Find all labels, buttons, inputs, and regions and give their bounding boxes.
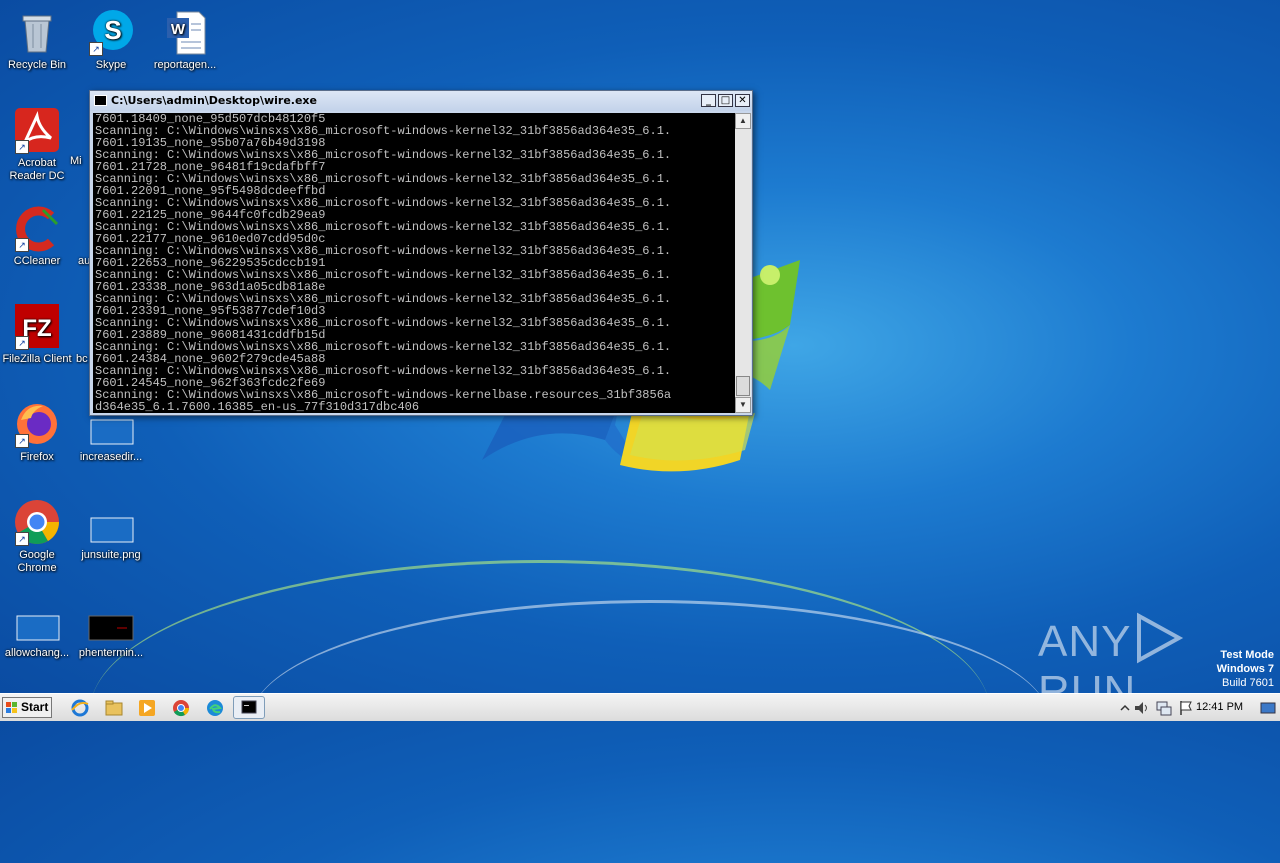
- play-triangle-icon: [1137, 612, 1184, 664]
- watermark-left: ANY: [1038, 617, 1132, 666]
- svg-text:S: S: [104, 15, 121, 45]
- desktop-icon-label: Recycle Bin: [7, 59, 67, 71]
- desktop-icon-label: allowchang...: [4, 647, 70, 659]
- file-thumbnail-icon: [87, 596, 135, 644]
- chrome-taskbar-icon[interactable]: [171, 698, 191, 718]
- build-label: Build 7601: [1222, 677, 1274, 689]
- desktop-icon-label: junsuite.png: [81, 549, 141, 561]
- desktop-icon-label: Mi: [70, 155, 82, 167]
- desktop-icon-partial[interactable]: Mi: [70, 155, 90, 168]
- action-center-flag-icon[interactable]: [1176, 698, 1196, 718]
- desktop-icon-label: reportagen...: [153, 59, 217, 71]
- filezilla-icon: FZ ↗: [13, 302, 61, 350]
- start-button[interactable]: Start: [2, 697, 52, 718]
- scroll-down-button[interactable]: ▼: [735, 397, 751, 413]
- shortcut-arrow-icon: ↗: [15, 434, 29, 448]
- ccleaner-icon: ↗: [13, 204, 61, 252]
- console-title: C:\Users\admin\Desktop\wire.exe: [111, 94, 317, 107]
- desktop-icon-skype[interactable]: S ↗ Skype: [74, 8, 148, 72]
- desktop-icon-label: Google Chrome: [17, 549, 57, 574]
- svg-text:W: W: [171, 21, 186, 38]
- desktop-icon-chrome[interactable]: ↗ Google Chrome: [0, 498, 74, 575]
- internet-explorer-icon[interactable]: [70, 698, 90, 718]
- maximize-button[interactable]: □: [718, 94, 733, 107]
- test-mode-label: Test Mode: [1220, 649, 1274, 661]
- scroll-thumb[interactable]: [736, 376, 750, 396]
- start-label: Start: [21, 700, 49, 714]
- desktop-icon-junsuite[interactable]: junsuite.png: [74, 498, 148, 562]
- desktop-icon-label: phentermin...: [78, 647, 144, 659]
- close-button[interactable]: ✕: [735, 94, 750, 107]
- desktop-icon-firefox[interactable]: ↗ Firefox: [0, 400, 74, 464]
- show-desktop-icon[interactable]: [1259, 698, 1277, 718]
- desktop-icon-acrobat[interactable]: ↗ Acrobat Reader DC: [0, 106, 74, 183]
- desktop-icon-ccleaner[interactable]: ↗ CCleaner: [0, 204, 74, 268]
- shortcut-arrow-icon: ↗: [89, 42, 103, 56]
- shortcut-arrow-icon: ↗: [15, 532, 29, 546]
- desktop-icon-label: Acrobat Reader DC: [9, 157, 65, 182]
- minimize-button[interactable]: _: [701, 94, 716, 107]
- clock[interactable]: 12:41 PM: [1196, 701, 1243, 713]
- console-window[interactable]: C:\Users\admin\Desktop\wire.exe _ □ ✕ 76…: [89, 90, 753, 416]
- wallpaper-swoosh: [250, 600, 1050, 843]
- desktop-icon-recycle-bin[interactable]: Recycle Bin: [0, 8, 74, 72]
- scroll-up-button[interactable]: ▲: [735, 113, 751, 129]
- taskbar: Start 12:41 PM: [0, 693, 1280, 721]
- os-label: Windows 7: [1216, 663, 1274, 675]
- console-taskbar-button[interactable]: [233, 696, 265, 719]
- desktop-icon-filezilla[interactable]: FZ ↗ FileZilla Client: [0, 302, 74, 366]
- file-explorer-icon[interactable]: [104, 698, 124, 718]
- recycle-bin-icon: [13, 8, 61, 56]
- console-titlebar[interactable]: C:\Users\admin\Desktop\wire.exe _ □ ✕: [90, 91, 752, 111]
- desktop-icon-label: CCleaner: [13, 255, 61, 267]
- console-scrollbar[interactable]: ▲ ▼: [735, 113, 751, 413]
- shortcut-arrow-icon: ↗: [15, 336, 29, 350]
- desktop-icon-label: Skype: [95, 59, 127, 71]
- console-output[interactable]: 7601.18409_none_95d507dcb48120f5 Scannin…: [93, 113, 735, 413]
- edge-icon[interactable]: [205, 698, 225, 718]
- skype-icon: S ↗: [87, 8, 135, 56]
- desktop-icon-label: Firefox: [20, 451, 54, 463]
- shortcut-arrow-icon: ↗: [15, 238, 29, 252]
- test-mode-notice: Test Mode Windows 7 Build 7601: [1217, 648, 1274, 690]
- console-app-icon: [94, 95, 107, 106]
- acrobat-icon: ↗: [13, 106, 61, 154]
- desktop-icon-phentermine[interactable]: phentermin...: [74, 596, 148, 660]
- file-icon: [13, 596, 61, 644]
- windows-flag-icon: [6, 702, 17, 713]
- volume-icon[interactable]: [1132, 698, 1152, 718]
- media-player-icon[interactable]: [137, 698, 157, 718]
- image-file-icon: [87, 498, 135, 546]
- desktop-icon-label: increasedir...: [79, 451, 143, 463]
- desktop-icon-label: FileZilla Client: [2, 353, 72, 365]
- desktop-icon-allowchange[interactable]: allowchang...: [0, 596, 74, 660]
- console-text: 7601.18409_none_95d507dcb48120f5 Scannin…: [95, 113, 672, 413]
- shortcut-arrow-icon: ↗: [15, 140, 29, 154]
- chrome-icon: ↗: [13, 498, 61, 546]
- firefox-icon: ↗: [13, 400, 61, 448]
- word-document-icon: W: [161, 8, 209, 56]
- desktop-icon-report[interactable]: W reportagen...: [148, 8, 222, 72]
- network-icon[interactable]: [1154, 698, 1174, 718]
- show-hidden-icons-icon[interactable]: [1120, 698, 1130, 718]
